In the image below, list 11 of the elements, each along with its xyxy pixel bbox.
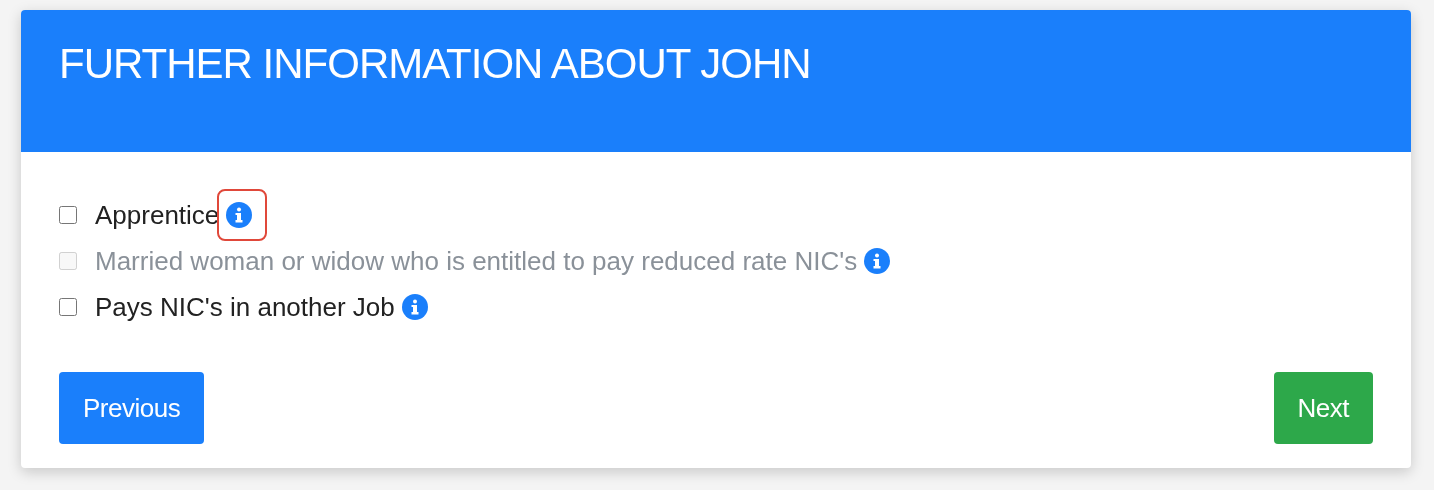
next-button[interactable]: Next [1273, 372, 1373, 444]
option-label: Married woman or widow who is entitled to pay reduced rate NIC's [95, 245, 858, 277]
info-icon[interactable] [863, 247, 892, 275]
card-title: FURTHER INFORMATION ABOUT JOHN [59, 40, 812, 88]
option-label: Apprentice [95, 199, 220, 231]
checkbox[interactable] [59, 206, 77, 224]
info-icon[interactable] [225, 201, 254, 229]
info-icon[interactable] [400, 293, 429, 321]
option-label: Pays NIC's in another Job [95, 291, 395, 323]
checkbox[interactable] [59, 298, 77, 316]
previous-button[interactable]: Previous [59, 372, 205, 444]
